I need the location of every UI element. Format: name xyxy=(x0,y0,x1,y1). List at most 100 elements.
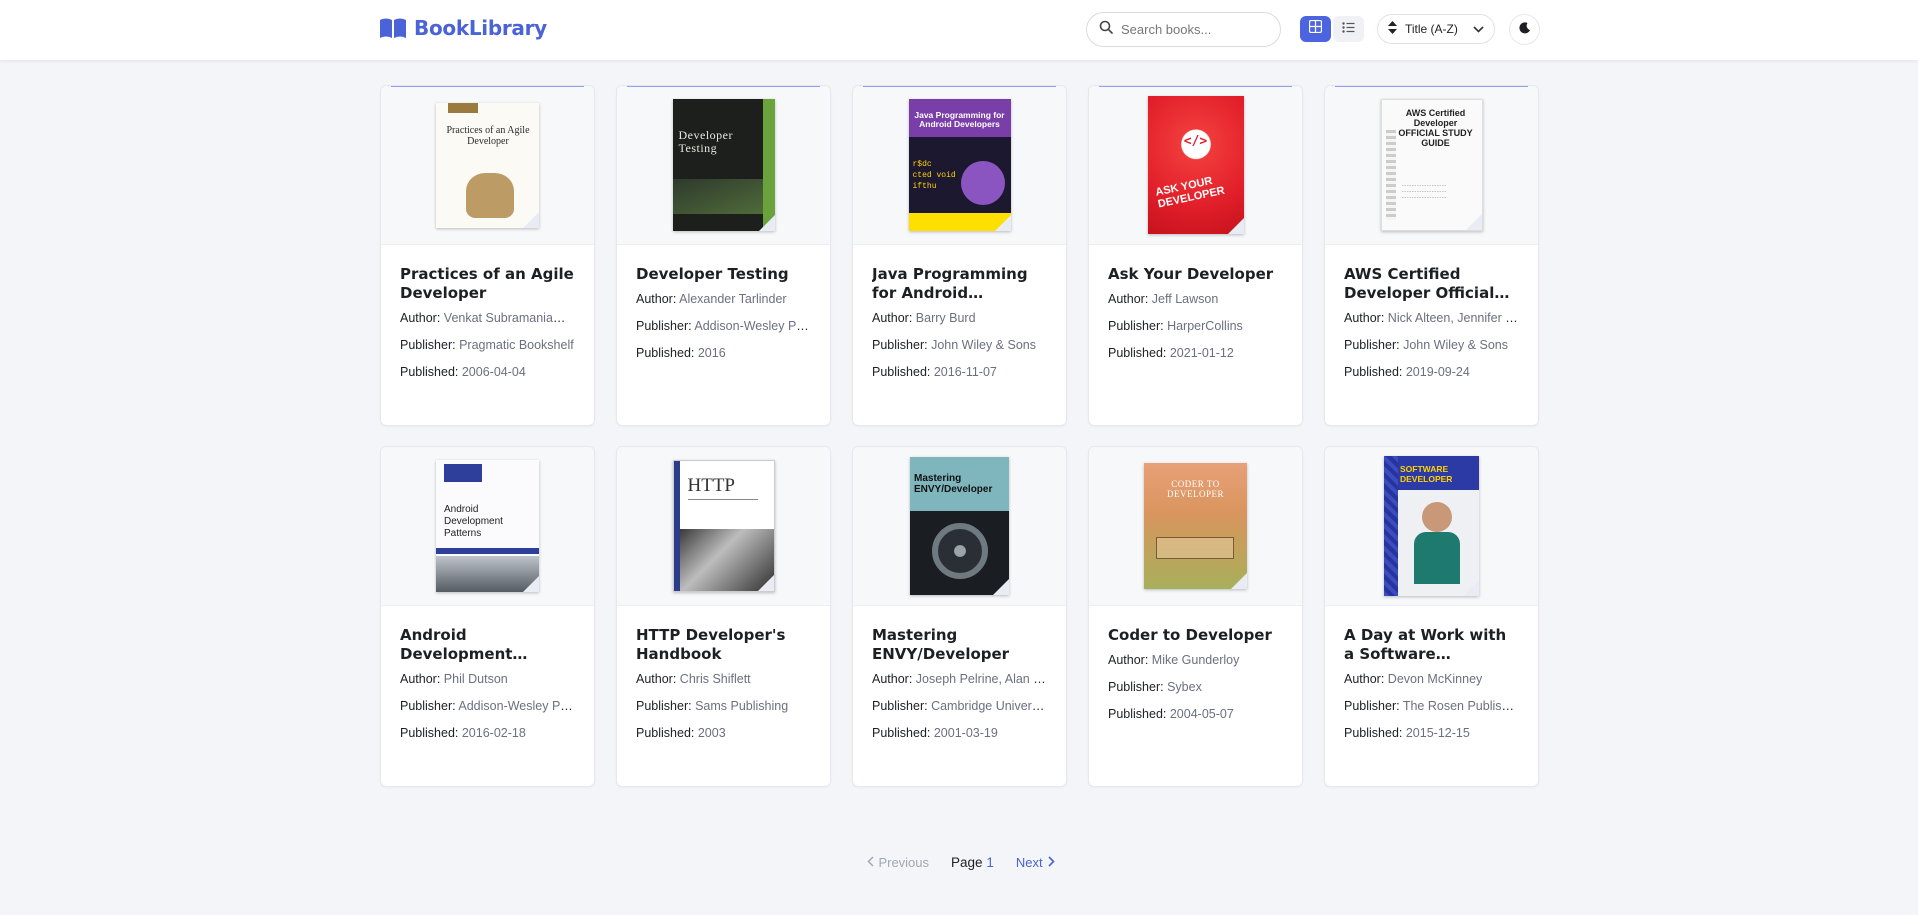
publisher-row: Publisher: Cambridge University Press xyxy=(872,699,1047,713)
author-row: Author: Venkat Subramaniam, Andy Hunt xyxy=(400,311,575,325)
cover-area: Java Programming for Android Developers … xyxy=(853,86,1066,245)
published-row: Published: 2016-11-07 xyxy=(872,365,997,379)
cover-title: CODER TO DEVELOPER xyxy=(1167,479,1224,499)
author-row: Author: Jeff Lawson xyxy=(1108,292,1219,306)
cover-title: Mastering ENVY/Developer xyxy=(914,473,993,495)
publisher-value: Addison-Wesley Professional xyxy=(694,319,811,333)
cover-title: ASK YOUR DEVELOPER xyxy=(1153,174,1226,211)
cover-title: Practices of an Agile Developer xyxy=(446,124,530,147)
book-card[interactable]: HTTP HTTP Developer's Handbook Author: C… xyxy=(616,446,831,787)
published-row: Published: 2019-09-24 xyxy=(1344,365,1470,379)
book-title: Developer Testing xyxy=(636,265,789,283)
sort-icon xyxy=(1388,21,1397,37)
search-icon xyxy=(1099,20,1113,39)
publisher-value: HarperCollins xyxy=(1167,319,1243,333)
cover-area: </> ASK YOUR DEVELOPER xyxy=(1089,86,1302,245)
book-card[interactable]: SOFTWARE DEVELOPER A Day at Work with a … xyxy=(1324,446,1539,787)
book-card[interactable]: Android Development Patterns Android Dev… xyxy=(380,446,595,787)
theme-toggle-button[interactable] xyxy=(1509,14,1540,45)
grid-icon xyxy=(1308,19,1323,38)
book-cover: Mastering ENVY/Developer xyxy=(910,457,1009,595)
page-number: 1 xyxy=(986,855,994,870)
publisher-value: Pragmatic Bookshelf xyxy=(459,338,574,352)
published-row: Published: 2021-01-12 xyxy=(1108,346,1234,360)
book-cover: CODER TO DEVELOPER xyxy=(1144,463,1247,589)
cover-title: HTTP xyxy=(687,475,736,496)
book-card[interactable]: CODER TO DEVELOPER Coder to Developer Au… xyxy=(1088,446,1303,787)
book-card[interactable]: Mastering ENVY/Developer Mastering ENVY/… xyxy=(852,446,1067,787)
publisher-row: Publisher: Sybex xyxy=(1108,680,1202,694)
author-value: Devon McKinney xyxy=(1387,672,1483,686)
author-row: Author: Phil Dutson xyxy=(400,672,508,686)
list-icon xyxy=(1342,20,1355,38)
logo[interactable]: BookLibrary xyxy=(379,16,547,40)
author-value: Joseph Pelrine, Alan Knight xyxy=(915,672,1047,686)
cover-area: Practices of an Agile Developer xyxy=(381,86,594,245)
search-box[interactable] xyxy=(1086,12,1281,47)
sort-label: Title (A-Z) xyxy=(1405,22,1458,36)
publisher-row: Publisher: HarperCollins xyxy=(1108,319,1243,333)
publisher-value: Cambridge University Press xyxy=(931,699,1047,713)
author-row: Author: Devon McKinney xyxy=(1344,672,1483,686)
book-card[interactable]: </> ASK YOUR DEVELOPER Ask Your Develope… xyxy=(1088,85,1303,426)
published-value: 2019-09-24 xyxy=(1405,365,1470,379)
published-value: 2015-12-15 xyxy=(1405,726,1470,740)
logo-text: BookLibrary xyxy=(414,16,547,40)
book-cover: SOFTWARE DEVELOPER xyxy=(1384,456,1479,596)
author-row: Author: Chris Shiflett xyxy=(636,672,751,686)
publisher-value: Addison-Wesley Professional xyxy=(458,699,575,713)
author-value: Nick Alteen, Jennifer Fisher xyxy=(1387,311,1519,325)
book-cover: HTTP xyxy=(672,460,775,592)
publisher-row: Publisher: John Wiley & Sons xyxy=(1344,338,1508,352)
cover-area: CODER TO DEVELOPER xyxy=(1089,447,1302,606)
book-title: Ask Your Developer xyxy=(1108,265,1274,283)
book-title: Mastering ENVY/Developer xyxy=(872,626,1010,663)
book-title: Practices of an Agile Developer xyxy=(400,265,574,302)
published-row: Published: 2016-02-18 xyxy=(400,726,526,740)
book-title: A Day at Work with a Software Developer xyxy=(1344,626,1507,663)
book-card[interactable]: Developer Testing Developer Testing Auth… xyxy=(616,85,831,426)
pagination: Previous Page 1 Next xyxy=(0,855,1918,870)
cover-title: Developer Testing xyxy=(678,128,733,155)
author-row: Author: Alexander Tarlinder xyxy=(636,292,787,306)
list-view-button[interactable] xyxy=(1333,16,1364,42)
author-value: Mike Gunderloy xyxy=(1151,653,1240,667)
published-row: Published: 2001-03-19 xyxy=(872,726,998,740)
next-label: Next xyxy=(1015,855,1043,870)
search-input[interactable] xyxy=(1121,22,1261,37)
published-value: 2003 xyxy=(697,726,726,740)
publisher-row: Publisher: Sams Publishing xyxy=(636,699,789,713)
book-grid: Practices of an Agile Developer Practice… xyxy=(380,85,1540,787)
published-value: 2001-03-19 xyxy=(933,726,998,740)
book-card[interactable]: Practices of an Agile Developer Practice… xyxy=(380,85,595,426)
book-card[interactable]: AWS Certified Developer OFFICIAL STUDY G… xyxy=(1324,85,1539,426)
author-row: Author: Barry Burd xyxy=(872,311,976,325)
publisher-value: The Rosen Publishing Group xyxy=(1402,699,1519,713)
book-title: Android Development Patterns xyxy=(400,626,513,663)
published-row: Published: 2006-04-04 xyxy=(400,365,526,379)
author-value: Phil Dutson xyxy=(443,672,508,686)
author-value: Chris Shiflett xyxy=(679,672,751,686)
top-navbar: BookLibrary Title (A-Z) xyxy=(0,0,1918,60)
book-card[interactable]: Java Programming for Android Developers … xyxy=(852,85,1067,426)
publisher-row: Publisher: The Rosen Publishing Group xyxy=(1344,699,1519,713)
cover-area: SOFTWARE DEVELOPER xyxy=(1325,447,1538,606)
publisher-value: John Wiley & Sons xyxy=(931,338,1036,352)
publisher-row: Publisher: Addison-Wesley Professional xyxy=(400,699,575,713)
chevron-left-icon xyxy=(867,855,874,870)
published-row: Published: 2016 xyxy=(636,346,726,360)
moon-icon xyxy=(1518,21,1531,39)
sort-select[interactable]: Title (A-Z) xyxy=(1377,14,1495,44)
next-page-button[interactable]: Next xyxy=(1016,855,1055,870)
author-value: Venkat Subramaniam, Andy Hunt xyxy=(443,311,575,325)
published-row: Published: 2003 xyxy=(636,726,726,740)
cover-area: Developer Testing xyxy=(617,86,830,245)
cover-area: AWS Certified Developer OFFICIAL STUDY G… xyxy=(1325,86,1538,245)
grid-view-button[interactable] xyxy=(1300,16,1331,42)
cover-title: SOFTWARE DEVELOPER xyxy=(1400,464,1453,484)
publisher-row: Publisher: Addison-Wesley Professional xyxy=(636,319,811,333)
previous-label: Previous xyxy=(878,855,930,870)
book-title: Coder to Developer xyxy=(1108,626,1272,644)
published-value: 2006-04-04 xyxy=(461,365,526,379)
previous-page-button[interactable]: Previous xyxy=(867,855,929,870)
